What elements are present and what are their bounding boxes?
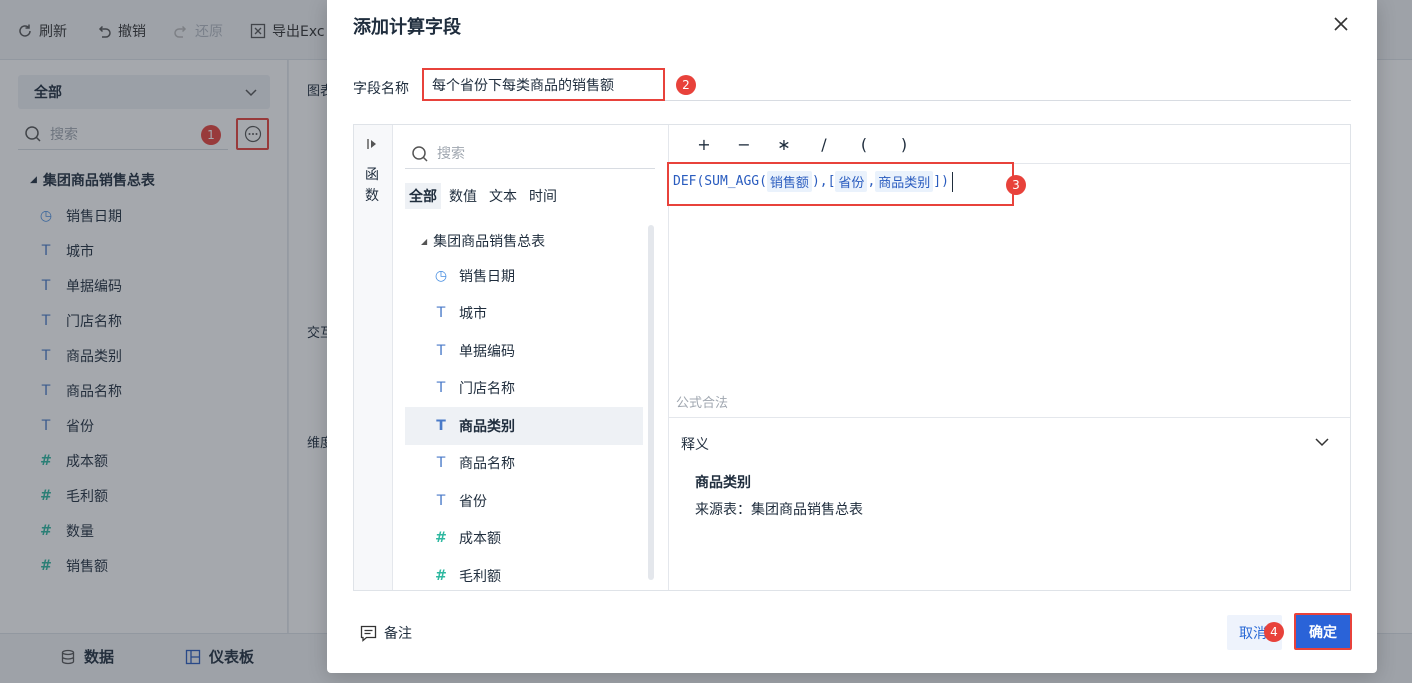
- formula-comma: ,: [867, 174, 876, 189]
- divider: [665, 100, 1351, 101]
- right-paren-operator[interactable]: ): [897, 135, 911, 154]
- tree-field-label: 单据编码: [459, 343, 515, 360]
- tree-field-label: 毛利额: [459, 568, 501, 585]
- field-tree: ◢ 集团商品销售总表 ◷ 销售日期 T 城市 T 单据编码 T 门店名称 T 商品类别 T…: [405, 225, 643, 585]
- tree-field-selected[interactable]: T 商品类别: [405, 407, 643, 445]
- field-name-label: 字段名称: [353, 81, 409, 97]
- note-label: 备注: [384, 626, 412, 642]
- tree-field-label: 销售日期: [459, 268, 515, 285]
- text-type-icon: T: [436, 492, 446, 509]
- formula-mid: ),[: [811, 174, 836, 189]
- text-type-icon: T: [436, 455, 446, 472]
- tree-field-label: 城市: [459, 306, 487, 323]
- text-type-icon: T: [436, 305, 446, 322]
- tab-all[interactable]: 全部: [405, 183, 441, 209]
- tree-table-name: 集团商品销售总表: [433, 234, 546, 250]
- tree-field[interactable]: ◷ 销售日期: [405, 257, 643, 295]
- text-type-icon: T: [436, 417, 446, 434]
- tree-field[interactable]: T 单据编码: [405, 332, 643, 370]
- dialog-title: 添加计算字段: [353, 17, 461, 38]
- tree-field[interactable]: T 商品名称: [405, 445, 643, 483]
- tree-field-label: 商品类别: [459, 418, 515, 435]
- tab-number[interactable]: 数值: [445, 183, 481, 209]
- tree-field-label: 省份: [459, 493, 487, 510]
- formula-suffix: ]): [933, 174, 949, 189]
- tree-table[interactable]: ◢ 集团商品销售总表: [405, 225, 643, 257]
- formula-token: 商品类别: [875, 171, 934, 192]
- step-badge-4: 4: [1264, 622, 1284, 642]
- chevron-down-icon[interactable]: [1314, 434, 1330, 450]
- tab-time[interactable]: 时间: [525, 183, 561, 209]
- function-rail-label: 函数: [365, 167, 379, 204]
- definition-title: 释义: [681, 437, 709, 453]
- field-search-input[interactable]: [437, 145, 637, 162]
- divide-operator[interactable]: /: [817, 135, 831, 154]
- number-type-icon: #: [435, 530, 447, 547]
- field-list-scrollbar[interactable]: [648, 225, 654, 580]
- definition-source: 来源表：集团商品销售总表: [695, 502, 863, 518]
- plus-operator[interactable]: +: [697, 135, 711, 154]
- formula-token: 销售额: [766, 171, 812, 192]
- comment-icon: [360, 625, 377, 642]
- operator-bar: + − ∗ / ( ): [669, 125, 1350, 164]
- text-caret: [951, 171, 953, 192]
- tree-field[interactable]: # 毛利额: [405, 557, 643, 585]
- search-icon: [412, 145, 428, 162]
- tree-field-label: 门店名称: [459, 381, 515, 398]
- left-paren-operator[interactable]: (: [857, 135, 871, 154]
- step-badge-2: 2: [676, 75, 696, 95]
- tree-field[interactable]: T 城市: [405, 295, 643, 333]
- function-panel-toggle[interactable]: 函数: [354, 125, 393, 590]
- tree-field-label: 商品名称: [459, 456, 515, 473]
- tree-field[interactable]: T 省份: [405, 482, 643, 520]
- note-button[interactable]: 备注: [360, 623, 412, 643]
- step-badge-3: 3: [1006, 175, 1026, 195]
- field-picker: 全部 数值 文本 时间 ◢ 集团商品销售总表 ◷ 销售日期 T 城市 T 单据编码 T…: [393, 125, 669, 590]
- formula-editor: 函数 全部 数值 文本 时间 ◢ 集团商品销售总表 ◷ 销售日期 T 城市 T 单据编…: [353, 124, 1351, 591]
- caret-down-icon: ◢: [421, 236, 428, 246]
- confirm-button[interactable]: 确定: [1294, 613, 1352, 650]
- definition-panel: 释义 商品类别 来源表：集团商品销售总表: [669, 417, 1350, 590]
- field-search[interactable]: [405, 139, 655, 169]
- syntax-status: 公式合法: [676, 396, 729, 411]
- text-type-icon: T: [436, 380, 446, 397]
- add-calculated-field-dialog: 添加计算字段 字段名称 2 函数 全部 数值 文本 时间 ◢ 集团商品销售总表: [327, 0, 1377, 673]
- formula-token: 省份: [835, 171, 868, 192]
- formula-area: + − ∗ / ( ) DEF(SUM_AGG( 销售额 ),[ 省份 , 商品…: [667, 125, 1350, 590]
- number-type-icon: #: [435, 567, 447, 584]
- tab-text[interactable]: 文本: [485, 183, 521, 209]
- tree-field[interactable]: T 门店名称: [405, 370, 643, 408]
- formula-prefix: DEF(SUM_AGG(: [673, 174, 767, 189]
- formula-input[interactable]: DEF(SUM_AGG( 销售额 ),[ 省份 , 商品类别 ]): [673, 171, 953, 192]
- expand-right-icon: [367, 139, 376, 149]
- text-type-icon: T: [436, 342, 446, 359]
- clock-icon: ◷: [434, 267, 448, 284]
- multiply-operator[interactable]: ∗: [777, 135, 791, 154]
- field-type-tabs: 全部 数值 文本 时间: [405, 183, 561, 209]
- field-name-input[interactable]: [422, 68, 665, 101]
- close-icon[interactable]: [1331, 14, 1351, 34]
- minus-operator[interactable]: −: [737, 135, 751, 154]
- definition-field: 商品类别: [695, 475, 751, 491]
- tree-field[interactable]: # 成本额: [405, 520, 643, 558]
- tree-field-label: 成本额: [459, 531, 501, 548]
